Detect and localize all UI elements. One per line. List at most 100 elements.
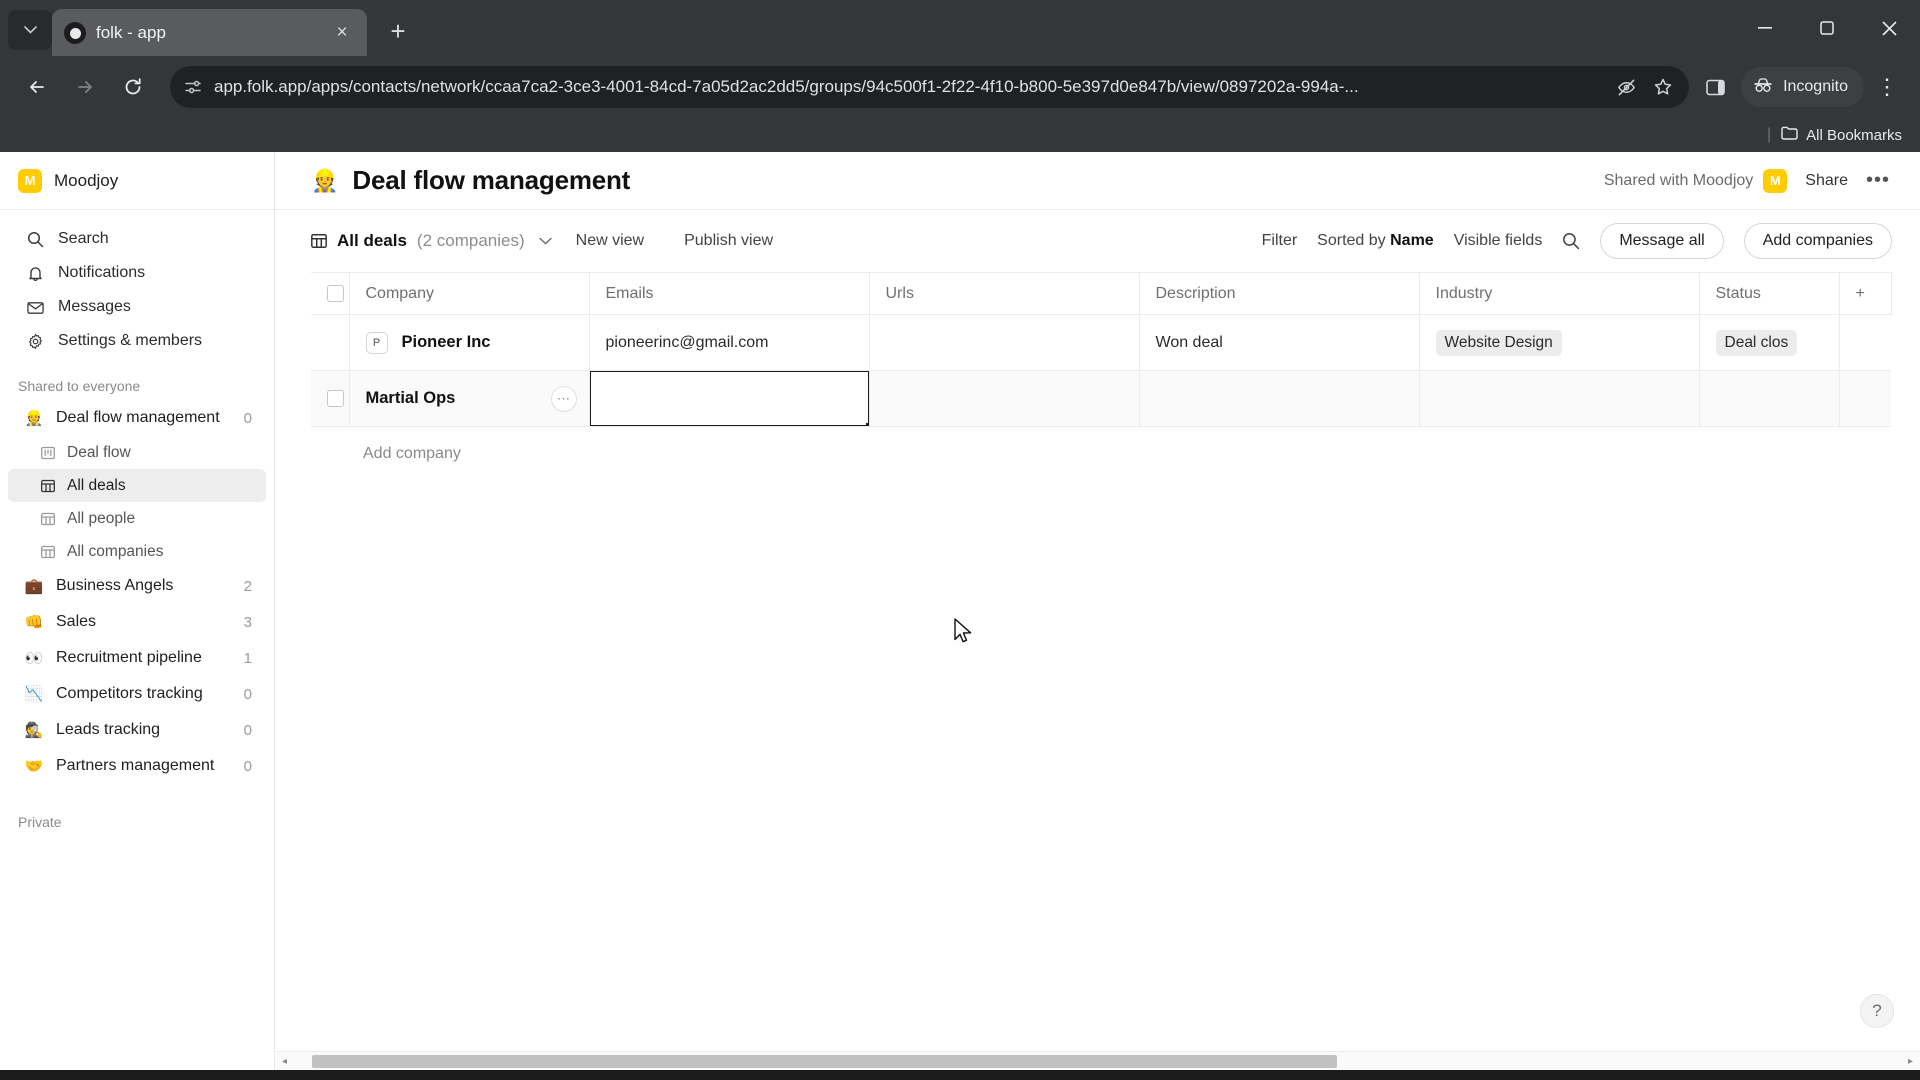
sidebar-group-leads-tracking[interactable]: 🕵️ Leads tracking 0 [8, 712, 266, 748]
table-row[interactable]: Martial Ops ⋯ [311, 370, 1891, 427]
scrollbar-thumb[interactable] [312, 1054, 1337, 1068]
cell-company[interactable]: Martial Ops ⋯ [349, 370, 590, 427]
sidebar-group-business-angels[interactable]: 💼 Business Angels 2 [8, 568, 266, 604]
close-icon[interactable]: × [329, 20, 355, 46]
sidebar-view-all-deals[interactable]: All deals [8, 469, 266, 502]
column-header-description[interactable]: Description [1139, 272, 1420, 315]
sidebar-group-label: Partners management [56, 757, 215, 774]
browser-menu-icon[interactable]: ⋮ [1870, 66, 1904, 108]
sidebar: M Moodjoy Search Notifications Messages … [0, 152, 275, 1070]
sidebar-group-count: 3 [243, 613, 252, 631]
message-all-button[interactable]: Message all [1600, 223, 1724, 259]
cell-description[interactable]: Won deal [1139, 314, 1420, 371]
sidebar-group-deal-flow-management[interactable]: 👷 Deal flow management 0 [8, 400, 266, 436]
sidebar-group-competitors-tracking[interactable]: 📉 Competitors tracking 0 [8, 676, 266, 712]
cell-urls[interactable] [869, 370, 1140, 427]
workspace-switcher[interactable]: M Moodjoy [0, 152, 274, 210]
sidebar-view-deal-flow[interactable]: Deal flow [8, 436, 266, 469]
hide-address-icon[interactable] [1616, 77, 1637, 98]
industry-tag: Website Design [1435, 329, 1562, 356]
side-panel-icon[interactable] [1695, 67, 1735, 107]
sidebar-group-partners-management[interactable]: 🤝 Partners management 0 [8, 748, 266, 784]
site-settings-icon[interactable] [184, 78, 202, 96]
select-all-checkbox-cell[interactable] [311, 272, 350, 315]
cell-status[interactable] [1699, 370, 1840, 427]
sidebar-view-all-people[interactable]: All people [8, 502, 266, 535]
forward-icon[interactable] [64, 66, 106, 108]
incognito-indicator[interactable]: Incognito [1741, 67, 1864, 107]
row-options-icon[interactable]: ⋯ [550, 385, 577, 412]
sorted-by-button[interactable]: Sorted by Name [1317, 232, 1434, 250]
close-icon[interactable] [1858, 0, 1920, 56]
envelope-icon [26, 299, 44, 316]
sidebar-group-recruitment-pipeline[interactable]: 👀 Recruitment pipeline 1 [8, 640, 266, 676]
row-checkbox[interactable] [327, 389, 344, 407]
back-icon[interactable] [16, 66, 58, 108]
visible-fields-button[interactable]: Visible fields [1454, 232, 1543, 250]
sidebar-group-label: Business Angels [56, 577, 174, 594]
sidebar-view-label: All people [67, 509, 136, 527]
table-row[interactable]: P Pioneer Inc pioneerinc@gmail.com Won d… [311, 314, 1891, 371]
board-icon [40, 446, 56, 460]
view-count: (2 companies) [416, 231, 525, 250]
cell-industry[interactable] [1419, 370, 1700, 427]
cell-emails[interactable]: pioneerinc@gmail.com [589, 314, 870, 371]
cell-emails[interactable] [589, 370, 870, 427]
tab-title: folk - app [96, 22, 166, 42]
search-icon[interactable] [1562, 232, 1580, 250]
new-tab-button[interactable]: + [377, 10, 419, 52]
cell-status[interactable]: Deal clos [1699, 314, 1840, 371]
cell-description[interactable] [1139, 370, 1420, 427]
share-button[interactable]: Share [1805, 172, 1848, 190]
all-bookmarks-button[interactable]: All Bookmarks [1781, 126, 1902, 144]
company-avatar: P [365, 331, 388, 354]
address-bar[interactable]: app.folk.app/apps/contacts/network/ccaa7… [170, 66, 1690, 108]
column-header-status[interactable]: Status [1699, 272, 1840, 315]
column-header-industry[interactable]: Industry [1419, 272, 1700, 315]
column-header-emails[interactable]: Emails [589, 272, 870, 315]
sidebar-group-sales[interactable]: 👊 Sales 3 [8, 604, 266, 640]
sidebar-view-all-companies[interactable]: All companies [8, 535, 266, 568]
add-company-button[interactable]: Add company [311, 427, 1920, 463]
publish-view-button[interactable]: Publish view [668, 232, 789, 250]
maximize-icon[interactable] [1796, 0, 1858, 56]
sidebar-item-search[interactable]: Search [8, 222, 266, 256]
scroll-right-icon[interactable]: ▸ [1901, 1052, 1920, 1071]
sidebar-item-settings[interactable]: Settings & members [8, 324, 266, 358]
horizontal-scrollbar[interactable]: ◂ ▸ [275, 1051, 1920, 1070]
eyes-icon: 👀 [24, 650, 44, 667]
more-options-button[interactable]: ••• [1866, 169, 1890, 192]
sidebar-item-messages[interactable]: Messages [8, 290, 266, 324]
column-header-company[interactable]: Company [349, 272, 590, 315]
reload-icon[interactable] [112, 66, 154, 108]
select-all-checkbox[interactable] [327, 284, 344, 302]
gear-icon [26, 333, 44, 350]
sidebar-group-count: 0 [243, 721, 252, 739]
cell-industry[interactable]: Website Design [1419, 314, 1700, 371]
view-selector[interactable]: All deals (2 companies) [311, 231, 552, 251]
cell-company[interactable]: P Pioneer Inc [349, 314, 590, 371]
row-checkbox-cell[interactable] [311, 370, 350, 427]
row-checkbox-cell[interactable] [311, 314, 350, 371]
new-view-button[interactable]: New view [560, 232, 660, 250]
shared-with-indicator[interactable]: Shared with Moodjoy M [1604, 168, 1788, 193]
cell-urls[interactable] [869, 314, 1140, 371]
column-header-urls[interactable]: Urls [869, 272, 1140, 315]
detective-icon: 🕵️ [24, 722, 44, 739]
scrollbar-track[interactable] [294, 1052, 1901, 1071]
add-companies-button[interactable]: Add companies [1743, 223, 1892, 259]
sidebar-item-notifications[interactable]: Notifications [8, 256, 266, 290]
browser-tab[interactable]: folk - app × [52, 9, 367, 56]
sidebar-view-label: All companies [67, 542, 164, 560]
scroll-left-icon[interactable]: ◂ [275, 1052, 294, 1071]
fill-handle[interactable] [865, 423, 868, 426]
add-column-button[interactable]: + [1839, 272, 1892, 315]
chevron-down-icon[interactable] [538, 237, 552, 245]
avatar: M [1763, 168, 1788, 193]
bookmark-star-icon[interactable] [1653, 77, 1673, 97]
sidebar-view-label: Deal flow [67, 443, 131, 461]
tab-search-button[interactable] [8, 10, 52, 50]
help-button[interactable]: ? [1860, 994, 1894, 1028]
minimize-icon[interactable] [1734, 0, 1796, 56]
filter-button[interactable]: Filter [1262, 232, 1298, 250]
